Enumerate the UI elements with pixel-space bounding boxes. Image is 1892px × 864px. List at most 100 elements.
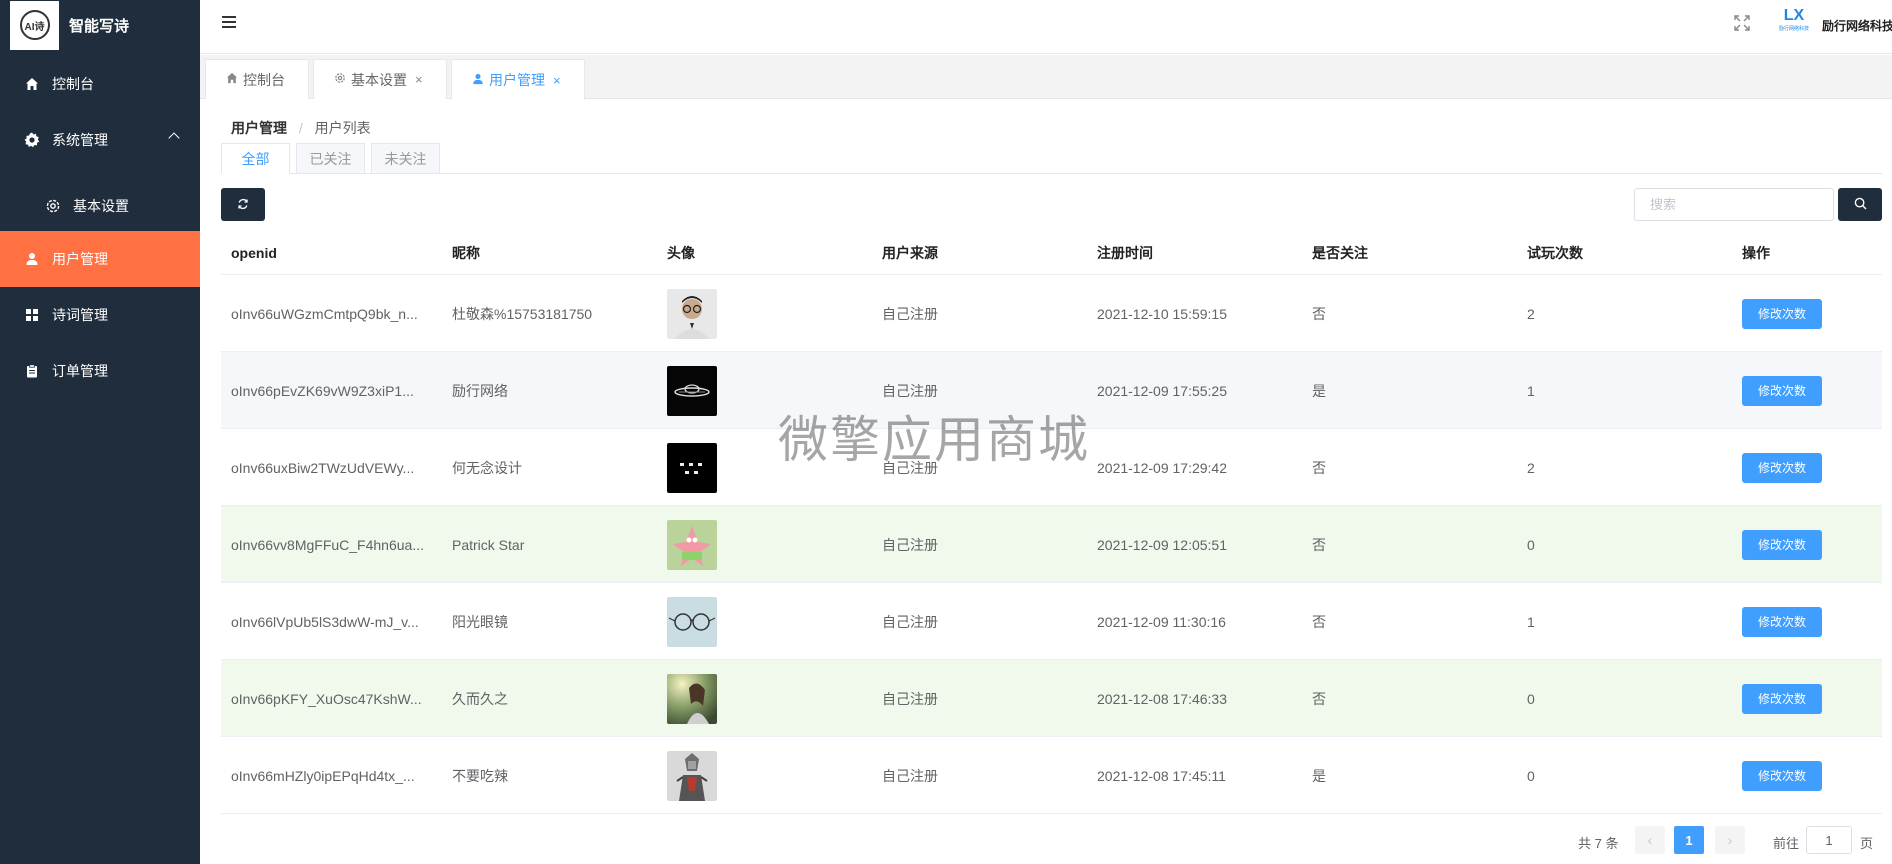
pagination-prev-button[interactable]: ‹ xyxy=(1635,826,1665,854)
table-row[interactable]: oInv66lVpUb5lS3dwW-mJ_v... 阳光眼镜 自己注册 202… xyxy=(221,583,1882,660)
user-table: openid 昵称 头像 用户来源 注册时间 是否关注 试玩次数 操作 oInv… xyxy=(221,235,1882,814)
ufo-avatar[interactable] xyxy=(667,365,717,416)
cell-registered: 2021-12-08 17:46:33 xyxy=(1097,690,1227,707)
pagination-goto-input[interactable] xyxy=(1806,826,1852,854)
refresh-button[interactable] xyxy=(221,188,265,221)
sidebar-item-orders[interactable]: 订单管理 xyxy=(0,343,200,399)
pagination-page-button[interactable]: 1 xyxy=(1674,826,1704,854)
cell-openid: oInv66uxBiw2TWzUdVEWy... xyxy=(231,459,415,476)
sidebar-item-dashboard[interactable]: 控制台 xyxy=(0,56,200,112)
tab-label: 控制台 xyxy=(243,71,285,88)
cell-registered: 2021-12-10 15:59:15 xyxy=(1097,305,1227,322)
table-row[interactable]: oInv66pKFY_XuOsc47KshW... 久而久之 自己注册 2021… xyxy=(221,660,1882,737)
table-row[interactable]: oInv66mHZly0ipEPqHd4tx_... 不要吃辣 自己注册 202… xyxy=(221,737,1882,814)
table-row[interactable]: oInv66vv8MgFFuC_F4hn6ua... Patrick Star … xyxy=(221,506,1882,583)
clipboard-icon xyxy=(24,363,40,379)
cell-following: 否 xyxy=(1312,613,1326,630)
edit-trials-button[interactable]: 修改次数 xyxy=(1742,683,1822,714)
pagination-total: 共 7 条 xyxy=(1578,836,1619,851)
brand: AI诗 智能写诗 xyxy=(0,0,200,50)
man-glasses-avatar[interactable] xyxy=(667,288,717,339)
cell-nickname: 不要吃辣 xyxy=(452,767,508,784)
search-input[interactable] xyxy=(1634,188,1834,221)
app-logo-mark: AI诗 xyxy=(19,10,50,40)
cell-nickname: 何无念设计 xyxy=(452,459,522,476)
column-header-registered: 注册时间 xyxy=(1097,245,1153,261)
column-header-avatar: 头像 xyxy=(667,245,695,261)
fullscreen-icon[interactable] xyxy=(1733,14,1751,32)
company-logo: LX 励行网络科技 xyxy=(1775,7,1813,39)
cell-openid: oInv66mHZly0ipEPqHd4tx_... xyxy=(231,767,415,784)
cell-source: 自己注册 xyxy=(882,767,938,784)
table-header: openid 昵称 头像 用户来源 注册时间 是否关注 试玩次数 操作 xyxy=(221,235,1882,275)
filter-tab-not-following[interactable]: 未关注 xyxy=(371,143,440,174)
sidebar-item-system[interactable]: 系统管理 xyxy=(0,112,200,168)
filter-tab-following[interactable]: 已关注 xyxy=(296,143,365,174)
table-row[interactable]: oInv66pEvZK69vW9Z3xiP1... 励行网络 自己注册 2021… xyxy=(221,352,1882,429)
pagination-goto-label: 前往 xyxy=(1773,836,1800,851)
glasses-avatar[interactable] xyxy=(667,596,717,647)
edit-trials-button[interactable]: 修改次数 xyxy=(1742,606,1822,637)
cell-source: 自己注册 xyxy=(882,690,938,707)
cell-nickname: Patrick Star xyxy=(452,536,525,553)
cell-registered: 2021-12-08 17:45:11 xyxy=(1097,767,1226,784)
breadcrumb-current: 用户列表 xyxy=(314,120,371,136)
girl-sunlight-avatar[interactable] xyxy=(667,673,717,724)
chevron-right-icon: › xyxy=(1727,832,1733,848)
breadcrumb-separator: / xyxy=(298,120,303,136)
cell-openid: oInv66pEvZK69vW9Z3xiP1... xyxy=(231,382,414,399)
cell-registered: 2021-12-09 17:55:25 xyxy=(1097,382,1227,399)
sidebar-item-label: 订单管理 xyxy=(52,363,108,379)
cell-source: 自己注册 xyxy=(882,613,938,630)
warrior-avatar[interactable] xyxy=(667,750,717,801)
cell-trials: 2 xyxy=(1527,305,1535,322)
cell-following: 是 xyxy=(1312,767,1326,784)
sidebar-item-users[interactable]: 用户管理 xyxy=(0,231,200,287)
user-icon xyxy=(472,73,484,88)
patrick-star-avatar[interactable] xyxy=(667,519,717,570)
breadcrumb-parent[interactable]: 用户管理 xyxy=(231,120,287,136)
edit-trials-button[interactable]: 修改次数 xyxy=(1742,760,1822,791)
cell-trials: 1 xyxy=(1527,382,1535,399)
cell-openid: oInv66lVpUb5lS3dwW-mJ_v... xyxy=(231,613,419,630)
gear-icon xyxy=(24,132,40,148)
pagination-next-button[interactable]: › xyxy=(1715,826,1745,854)
refresh-icon xyxy=(237,197,249,213)
table-row[interactable]: oInv66uWGzmCmtpQ9bk_n... 杜敬森%15753181750… xyxy=(221,275,1882,352)
tab-label: 基本设置 xyxy=(351,71,407,88)
cell-actions: 修改次数 xyxy=(1742,352,1822,429)
sidebar-item-basic-settings[interactable]: 基本设置 xyxy=(0,178,200,234)
sidebar-item-poems[interactable]: 诗词管理 xyxy=(0,287,200,343)
cell-registered: 2021-12-09 11:30:16 xyxy=(1097,613,1226,630)
cell-source: 自己注册 xyxy=(882,536,938,553)
search-button[interactable] xyxy=(1838,188,1882,221)
cell-following: 否 xyxy=(1312,536,1326,553)
close-icon[interactable]: × xyxy=(553,73,561,88)
filter-tab-all[interactable]: 全部 xyxy=(221,143,290,174)
cell-avatar xyxy=(667,737,717,814)
column-header-source: 用户来源 xyxy=(882,245,938,261)
tab-dashboard[interactable]: 控制台 xyxy=(205,59,309,99)
column-header-trials: 试玩次数 xyxy=(1527,245,1583,261)
cell-avatar xyxy=(667,429,717,506)
edit-trials-button[interactable]: 修改次数 xyxy=(1742,452,1822,483)
tab-user-management[interactable]: 用户管理 × xyxy=(451,59,585,100)
menu-toggle-icon[interactable] xyxy=(222,16,236,28)
company-logo-mark: LX xyxy=(1783,7,1805,24)
table-row[interactable]: oInv66uxBiw2TWzUdVEWy... 何无念设计 自己注册 2021… xyxy=(221,429,1882,506)
edit-trials-button[interactable]: 修改次数 xyxy=(1742,375,1822,406)
cell-source: 自己注册 xyxy=(882,459,938,476)
chevron-left-icon: ‹ xyxy=(1647,832,1653,848)
design-text-avatar[interactable] xyxy=(667,442,717,493)
home-icon xyxy=(24,76,40,92)
grid-icon xyxy=(24,307,40,323)
sidebar-item-label: 系统管理 xyxy=(52,132,108,148)
edit-trials-button[interactable]: 修改次数 xyxy=(1742,529,1822,560)
sidebar-item-label: 用户管理 xyxy=(52,251,108,267)
breadcrumb: 用户管理 / 用户列表 xyxy=(231,118,371,138)
close-icon[interactable]: × xyxy=(415,72,423,87)
company-name[interactable]: 励行网络科技 xyxy=(1822,17,1892,34)
tab-basic-settings[interactable]: 基本设置 × xyxy=(313,59,447,99)
edit-trials-button[interactable]: 修改次数 xyxy=(1742,298,1822,329)
cell-following: 否 xyxy=(1312,690,1326,707)
